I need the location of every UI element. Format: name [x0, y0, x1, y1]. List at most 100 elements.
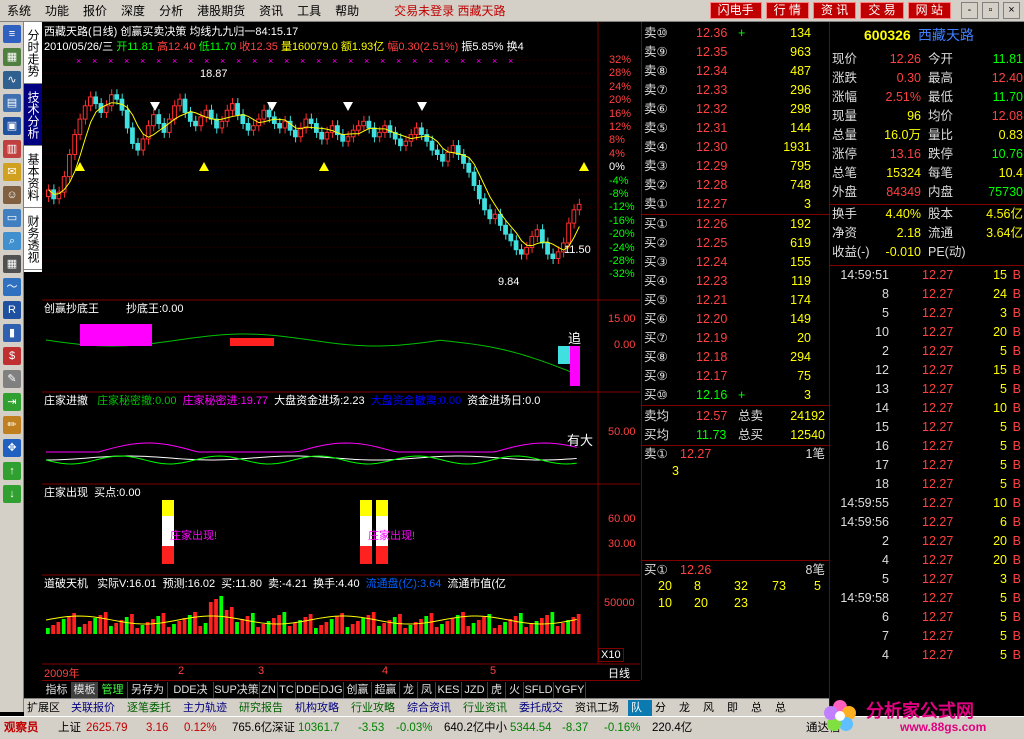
- indicator-tab[interactable]: KES: [436, 682, 462, 698]
- order-book-row[interactable]: 卖⑩ 12.36 +134: [642, 24, 829, 43]
- order-book-row[interactable]: 卖④ 12.30 1931: [642, 138, 829, 157]
- extension-tab[interactable]: 关联报价: [68, 700, 124, 716]
- extension-tab[interactable]: 综合资讯: [404, 700, 460, 716]
- menu-hk-futures[interactable]: 港股期货: [190, 0, 252, 22]
- menu-analysis[interactable]: 分析: [152, 0, 190, 22]
- menu-quote[interactable]: 报价: [76, 0, 114, 22]
- order-book-row[interactable]: 买① 12.26 192: [642, 215, 829, 234]
- extension-tab[interactable]: 龙虎: [676, 700, 700, 730]
- search-icon[interactable]: ⌕: [3, 232, 21, 250]
- indicator-tab[interactable]: SFLD: [524, 682, 554, 698]
- extension-tab[interactable]: 总撤: [748, 700, 772, 730]
- table-icon[interactable]: ▤: [3, 94, 21, 112]
- indicator-tab[interactable]: 指标: [42, 682, 72, 698]
- menu-function[interactable]: 功能: [38, 0, 76, 22]
- extension-tab[interactable]: 风向: [700, 700, 724, 730]
- tab-fundamentals[interactable]: 基本资料: [24, 146, 42, 208]
- close-icon[interactable]: ×: [1003, 2, 1020, 19]
- order-book-row[interactable]: 卖① 12.27 3: [642, 195, 829, 214]
- menu-system[interactable]: 系统: [0, 0, 38, 22]
- extension-tab[interactable]: 行业资讯: [460, 700, 516, 716]
- extension-tab[interactable]: 总委: [772, 700, 797, 730]
- window-icon[interactable]: ▣: [3, 117, 21, 135]
- indicator-tab[interactable]: 管理: [98, 682, 128, 698]
- user-role[interactable]: 观察员: [4, 720, 39, 737]
- arrow-down-icon[interactable]: ↓: [3, 485, 21, 503]
- wrench-icon[interactable]: ✎: [3, 370, 21, 388]
- market-button[interactable]: 行 情: [765, 2, 809, 19]
- indicator-tab[interactable]: 另存为: [128, 682, 168, 698]
- order-book-row[interactable]: 买⑧ 12.18 294: [642, 348, 829, 367]
- indicator-tab[interactable]: SUP决策: [214, 682, 260, 698]
- extension-tab[interactable]: 即撤: [724, 700, 748, 730]
- mail-icon[interactable]: ✉: [3, 163, 21, 181]
- report-icon[interactable]: ▥: [3, 140, 21, 158]
- tab-financials[interactable]: 财务透视: [24, 208, 42, 270]
- news-button[interactable]: 资 讯: [812, 2, 857, 19]
- website-button[interactable]: 网 站: [907, 2, 951, 19]
- extension-tab[interactable]: 逐笔委托: [124, 700, 180, 716]
- menu-tools[interactable]: 工具: [290, 0, 328, 22]
- indicator-tab[interactable]: DDE: [296, 682, 320, 698]
- order-book-row[interactable]: 买⑩ 12.16 +3: [642, 386, 829, 405]
- menu-news[interactable]: 资讯: [252, 0, 290, 22]
- extension-tab[interactable]: 队列: [628, 700, 652, 730]
- order-book-row[interactable]: 买⑤ 12.21 174: [642, 291, 829, 310]
- indicator-tab[interactable]: 火: [506, 682, 524, 698]
- buy-queue-header[interactable]: 买① 12.26 8笔: [642, 561, 829, 580]
- period-label[interactable]: 日线: [608, 665, 630, 681]
- indicator-tab[interactable]: 创赢: [344, 682, 372, 698]
- extension-tab[interactable]: 委托成交: [516, 700, 572, 716]
- order-book-row[interactable]: 买⑦ 12.19 20: [642, 329, 829, 348]
- export-icon[interactable]: ⇥: [3, 393, 21, 411]
- order-book-row[interactable]: 买⑨ 12.17 75: [642, 367, 829, 386]
- order-book-row[interactable]: 卖⑧ 12.34 487: [642, 62, 829, 81]
- monitor-icon[interactable]: ▭: [3, 209, 21, 227]
- order-book-row[interactable]: 卖⑨ 12.35 963: [642, 43, 829, 62]
- indicator-tab[interactable]: JZD: [462, 682, 488, 698]
- indicator-tab[interactable]: 模板: [72, 682, 98, 698]
- bars-icon[interactable]: ▮: [3, 324, 21, 342]
- order-book-row[interactable]: 卖② 12.28 748: [642, 176, 829, 195]
- tab-technical[interactable]: 技术分析: [24, 84, 42, 146]
- indicator-tab[interactable]: 龙: [400, 682, 418, 698]
- indicator-tab[interactable]: DDE决策: [168, 682, 214, 712]
- order-book-row[interactable]: 买④ 12.23 119: [642, 272, 829, 291]
- move-icon[interactable]: ✥: [3, 439, 21, 457]
- extension-tab[interactable]: 研究报告: [236, 700, 292, 716]
- users-icon[interactable]: ☺: [3, 186, 21, 204]
- order-book-row[interactable]: 卖⑤ 12.31 144: [642, 119, 829, 138]
- order-book-row[interactable]: 买② 12.25 619: [642, 234, 829, 253]
- maximize-icon[interactable]: ▫: [982, 2, 999, 19]
- indicator-tab[interactable]: 虎: [488, 682, 506, 698]
- order-book-row[interactable]: 卖⑥ 12.32 298: [642, 100, 829, 119]
- extension-tab[interactable]: 机构攻略: [292, 700, 348, 716]
- menu-help[interactable]: 帮助: [328, 0, 366, 22]
- menu-depth[interactable]: 深度: [114, 0, 152, 22]
- order-book-row[interactable]: 卖③ 12.29 795: [642, 157, 829, 176]
- calc-icon[interactable]: ▦: [3, 255, 21, 273]
- line-chart-icon[interactable]: ∿: [3, 71, 21, 89]
- indicator-tab[interactable]: YGFY: [554, 682, 586, 698]
- order-book-row[interactable]: 买③ 12.24 155: [642, 253, 829, 272]
- dollar-icon[interactable]: $: [3, 347, 21, 365]
- tab-intraday[interactable]: 分时走势: [24, 22, 42, 84]
- indicator-tab[interactable]: DJG: [320, 682, 344, 698]
- indicator-tab[interactable]: ZN: [260, 682, 278, 698]
- indicator-tab[interactable]: 凤: [418, 682, 436, 698]
- minimize-icon[interactable]: -: [961, 2, 978, 19]
- rsi-icon[interactable]: R: [3, 301, 21, 319]
- pen-icon[interactable]: ✏: [3, 416, 21, 434]
- extension-tab[interactable]: 行业攻略: [348, 700, 404, 716]
- extension-tab[interactable]: 主力轨迹: [180, 700, 236, 716]
- indicator-tab[interactable]: 超赢: [372, 682, 400, 698]
- list-icon[interactable]: ≡: [3, 25, 21, 43]
- kline-chart-area[interactable]: × × × × × × × × × × × × × × × × × × × × × × × × × × × × 西藏天路(日线) 创赢…: [42, 22, 640, 680]
- curve-icon[interactable]: 〜: [3, 278, 21, 296]
- order-book-row[interactable]: 买⑥ 12.20 149: [642, 310, 829, 329]
- extension-tab[interactable]: 分布: [652, 700, 676, 730]
- grid-icon[interactable]: ▦: [3, 48, 21, 66]
- order-book-row[interactable]: 卖⑦ 12.33 296: [642, 81, 829, 100]
- indicator-tab[interactable]: TC: [278, 682, 296, 698]
- flash-button[interactable]: 闪电手: [709, 2, 762, 19]
